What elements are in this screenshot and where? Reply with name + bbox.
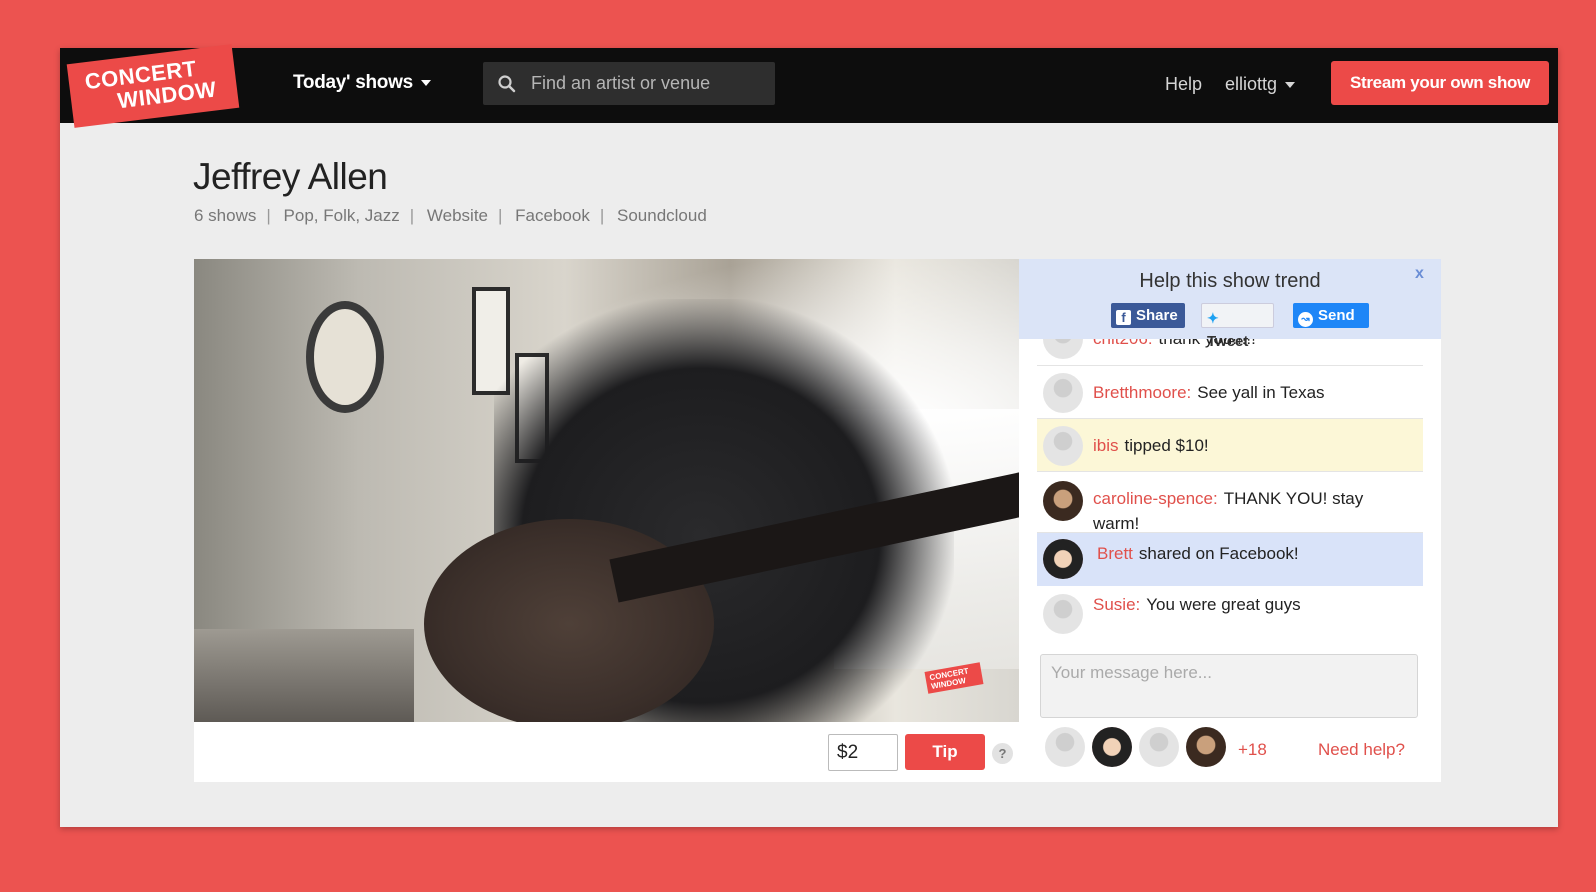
- need-help-link[interactable]: Need help?: [1318, 740, 1405, 760]
- separator: |: [599, 206, 605, 225]
- send-label: Send: [1318, 307, 1355, 324]
- website-link[interactable]: Website: [427, 206, 488, 225]
- chevron-down-icon: [1285, 82, 1296, 89]
- soundcloud-link[interactable]: Soundcloud: [617, 206, 707, 225]
- facebook-icon: f: [1116, 310, 1131, 325]
- avatar: [1043, 539, 1083, 579]
- chat-panel: Help this show trend x f Share ✦Tweet ↝ Se…: [1019, 259, 1441, 782]
- messenger-icon: ↝: [1298, 312, 1313, 327]
- chat-username[interactable]: Bretthmoore:: [1093, 383, 1191, 402]
- chat-body: You were great guys: [1146, 595, 1301, 614]
- help-link[interactable]: Help: [1165, 74, 1202, 95]
- search-icon: [498, 75, 516, 93]
- artist-meta: 6 shows | Pop, Folk, Jazz | Website | Faceb…: [194, 206, 711, 226]
- chat-body: shared on Facebook!: [1138, 544, 1299, 563]
- user-menu[interactable]: elliottg: [1225, 74, 1296, 95]
- top-nav: CONCERT WINDOW Today' shows Help elliott…: [60, 44, 1558, 128]
- avatar: [1043, 373, 1083, 413]
- chat-share-message: Brett shared on Facebook!: [1037, 533, 1423, 586]
- avatar[interactable]: [1139, 727, 1179, 767]
- trend-title: Help this show trend: [1139, 270, 1321, 292]
- video-shelf: [194, 629, 414, 722]
- chat-message: Susie: You were great guys: [1037, 586, 1423, 639]
- stream-own-show-button[interactable]: Stream your own show: [1331, 61, 1549, 105]
- facebook-link[interactable]: Facebook: [515, 206, 590, 225]
- avatar: [1043, 339, 1083, 359]
- chat-body: tipped $10!: [1124, 436, 1209, 455]
- chat-message-text: Bretthmoore: See yall in Texas: [1093, 380, 1413, 405]
- messenger-send-button[interactable]: ↝ Send: [1293, 303, 1369, 328]
- tip-amount-input[interactable]: $2: [828, 734, 898, 771]
- chat-body: thank you!!!!!: [1159, 339, 1256, 348]
- chat-message-text: ibis tipped $10!: [1093, 433, 1413, 458]
- chat-message-text: chit206: thank you!!!!!: [1093, 339, 1413, 351]
- viewer-count[interactable]: +18: [1238, 740, 1267, 760]
- separator: |: [409, 206, 415, 225]
- avatar: [1043, 481, 1083, 521]
- search-box[interactable]: [483, 62, 775, 105]
- avatar[interactable]: [1045, 727, 1085, 767]
- chat-username[interactable]: chit206:: [1093, 339, 1153, 348]
- tip-button[interactable]: Tip: [905, 734, 985, 770]
- concert-window-logo[interactable]: CONCERT WINDOW: [66, 44, 240, 128]
- show-count: 6 shows: [194, 206, 257, 225]
- todays-shows-label: Today' shows: [293, 72, 413, 93]
- user-name: elliottg: [1225, 74, 1278, 94]
- chat-message-text: Susie: You were great guys: [1093, 592, 1413, 617]
- chat-username[interactable]: Brett: [1097, 544, 1133, 563]
- chat-tip-message: ibis tipped $10!: [1037, 419, 1423, 472]
- chevron-down-icon: [420, 79, 431, 86]
- chat-message: chit206: thank you!!!!!: [1037, 339, 1423, 366]
- chat-username[interactable]: caroline-spence:: [1093, 489, 1218, 508]
- chat-message-text: Brett shared on Facebook!: [1097, 541, 1417, 566]
- genres: Pop, Folk, Jazz: [283, 206, 400, 225]
- avatar[interactable]: [1186, 727, 1226, 767]
- artist-name: Jeffrey Allen: [193, 156, 388, 197]
- tip-bar: $2 Tip ?: [194, 722, 1019, 782]
- avatar: [1043, 426, 1083, 466]
- app-window: CONCERT WINDOW Today' shows Help elliott…: [60, 44, 1558, 827]
- separator: |: [266, 206, 271, 225]
- chat-message: Bretthmoore: See yall in Texas: [1037, 366, 1423, 419]
- close-icon[interactable]: x: [1415, 265, 1424, 283]
- twitter-icon: ✦: [1207, 310, 1219, 326]
- tip-help-icon[interactable]: ?: [992, 743, 1013, 764]
- share-label: Share: [1136, 307, 1178, 324]
- chat-messages[interactable]: chit206: thank you!!!!! Bretthmoore: See y…: [1037, 339, 1423, 651]
- avatar: [1043, 594, 1083, 634]
- chat-username[interactable]: ibis: [1093, 436, 1119, 455]
- chat-body: See yall in Texas: [1197, 383, 1325, 402]
- chat-message: caroline-spence: THANK YOU! stay warm!: [1037, 472, 1423, 533]
- avatar[interactable]: [1092, 727, 1132, 767]
- video-player[interactable]: CONCERT WINDOW: [194, 259, 1019, 722]
- video-banjo: [306, 301, 384, 413]
- chat-message-text: caroline-spence: THANK YOU! stay warm!: [1093, 486, 1413, 536]
- search-input[interactable]: [531, 62, 767, 105]
- chat-username[interactable]: Susie:: [1093, 595, 1140, 614]
- facebook-share-button[interactable]: f Share: [1111, 303, 1185, 328]
- tweet-button[interactable]: ✦Tweet: [1201, 303, 1274, 350]
- trend-banner: Help this show trend x f Share ✦Tweet ↝ Se…: [1019, 259, 1441, 350]
- todays-shows-menu[interactable]: Today' shows: [293, 72, 431, 94]
- separator: |: [498, 206, 503, 225]
- chat-message-input[interactable]: [1040, 654, 1418, 718]
